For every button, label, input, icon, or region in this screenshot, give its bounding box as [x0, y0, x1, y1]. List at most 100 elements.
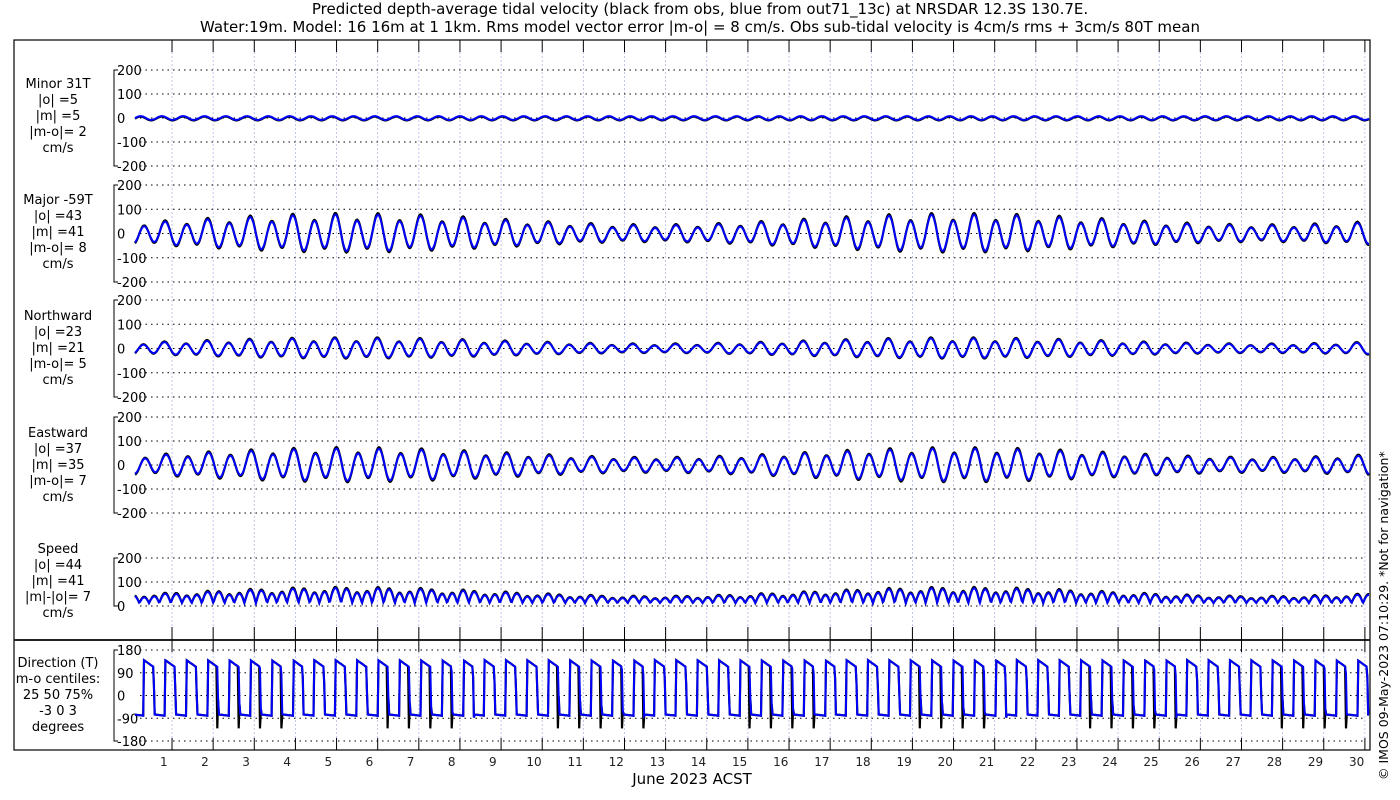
y-tick-label: -200: [117, 160, 147, 175]
y-tick-label: 0: [117, 112, 125, 127]
panel-label: |m-o|= 7: [29, 474, 87, 489]
panel-label: cm/s: [43, 606, 74, 621]
frame: [13, 39, 1371, 751]
side-note: © IMOS 09-May-2023 07:10:29. *Not for na…: [1376, 451, 1391, 780]
y-tick-label: 0: [117, 459, 125, 474]
x-tick-label: 22: [1020, 755, 1035, 769]
y-tick-label: 0: [117, 600, 125, 615]
panel-label: |o| =37: [34, 442, 82, 457]
panel-label: Minor 31T: [26, 77, 91, 92]
y-tick-label: 200: [117, 294, 142, 309]
panel-label: |m-o|= 2: [29, 125, 87, 140]
panel-label: cm/s: [43, 141, 74, 156]
panel-label: |o| =44: [34, 558, 82, 573]
panel-label: cm/s: [43, 257, 74, 272]
y-tick-label: -200: [117, 507, 147, 522]
panel-label: degrees: [32, 720, 85, 735]
panel-label: m-o centiles:: [16, 672, 101, 687]
x-tick-label: 18: [855, 755, 870, 769]
y-tick-label: -180: [117, 735, 147, 750]
y-tick-label: 200: [117, 64, 142, 79]
x-tick-label: 6: [366, 755, 374, 769]
panel-label: |m| =41: [32, 225, 85, 240]
chart-canvas: 1 2 3 4 5 6 7 8 9 10 11 12 13 14 15 16 17 18 19 20 21 22 23 24 2…: [13, 39, 1391, 788]
y-tick-label: 0: [117, 690, 125, 705]
panel-label: |m| =5: [36, 109, 81, 124]
y-tick-label: -100: [117, 367, 147, 382]
x-tick-label: 17: [814, 755, 829, 769]
x-tick-label: 19: [897, 755, 912, 769]
y-tick-label: -100: [117, 252, 147, 267]
panel-label: cm/s: [43, 490, 74, 505]
x-tick-label: 3: [242, 755, 250, 769]
panel-label: |o| =23: [34, 325, 82, 340]
panel-label: cm/s: [43, 373, 74, 388]
x-tick-label: 24: [1102, 755, 1117, 769]
x-tick-label: 1: [160, 755, 168, 769]
panel-label: |o| =5: [38, 93, 78, 108]
panel-label: |m| =41: [32, 574, 85, 589]
panel-label: Major -59T: [23, 193, 92, 208]
x-tick-label: 15: [732, 755, 747, 769]
x-tick-label: 12: [609, 755, 624, 769]
panel-direction: 180900-90-180Direction (T)m-o centiles:2…: [16, 644, 1370, 750]
y-tick-label: 100: [117, 88, 142, 103]
y-tick-label: -200: [117, 391, 147, 406]
series-model-major: [134, 213, 1369, 253]
x-tick-label: 28: [1267, 755, 1282, 769]
y-tick-label: 100: [117, 435, 142, 450]
x-tick-label: 16: [773, 755, 788, 769]
panel-label: |m-o|= 8: [29, 241, 87, 256]
y-tick-label: 100: [117, 203, 142, 218]
x-tick-label: 7: [407, 755, 415, 769]
panel-label: |m-o|= 5: [29, 357, 87, 372]
panel-major: 200 100 0 -100 -200 Major -59T|o| =43|m| =41|…: [23, 179, 1369, 291]
x-tick-label: 8: [448, 755, 456, 769]
panel-eastward: 200 100 0 -100 -200 Eastward|o| =37|m| =35|m-…: [28, 411, 1370, 522]
x-tick-label: 13: [650, 755, 665, 769]
y-tick-label: 90: [117, 667, 134, 682]
panel-label: -3 0 3: [39, 704, 77, 719]
x-tick-label: 30: [1349, 755, 1364, 769]
x-tick-label: 11: [567, 755, 582, 769]
x-tick-label: 4: [283, 755, 291, 769]
x-tick-label: 27: [1226, 755, 1241, 769]
panel-label: Eastward: [28, 426, 88, 441]
x-tick-label: 2: [201, 755, 209, 769]
x-tick-label: 26: [1184, 755, 1199, 769]
y-tick-label: 0: [117, 228, 125, 243]
x-tick-label: 25: [1143, 755, 1158, 769]
y-tick-label: 0: [117, 343, 125, 358]
panel-label: |m| =35: [32, 458, 85, 473]
panel-label: Direction (T): [18, 656, 99, 671]
x-tick-label: 9: [489, 755, 497, 769]
panel-label: Speed: [38, 542, 79, 557]
x-tick-label: 21: [979, 755, 994, 769]
x-tick-label: 14: [691, 755, 706, 769]
y-tick-label: 200: [117, 179, 142, 194]
figure: Predicted depth-average tidal velocity (…: [0, 0, 1400, 800]
y-tick-label: 100: [117, 576, 142, 591]
x-tick-label: 20: [938, 755, 953, 769]
y-tick-label: 200: [117, 552, 142, 567]
panel-label: |o| =43: [34, 209, 82, 224]
x-tick-label: 23: [1061, 755, 1076, 769]
panel-label: 25 50 75%: [23, 688, 93, 703]
x-axis-label: June 2023 ACST: [631, 770, 752, 788]
x-tick-label: 5: [325, 755, 333, 769]
panel-northward: 200 100 0 -100 -200 Northward|o| =23|m| =21|m…: [24, 294, 1370, 406]
panel-label: |m|-|o|= 7: [25, 590, 91, 605]
panel-minor: 200 100 0 -100 -200 Minor 31T|o| =5|m| =5|m-o…: [26, 64, 1370, 175]
panel-speed: 200 100 0 Speed|o| =44|m| =41|m|-|o|= 7cm/s: [25, 542, 1370, 621]
series-model-minor: [134, 115, 1370, 121]
panel-label: |m| =21: [32, 341, 85, 356]
y-tick-label: 100: [117, 318, 142, 333]
y-tick-label: -100: [117, 136, 147, 151]
y-tick-label: -200: [117, 276, 147, 291]
panel-label: Northward: [24, 309, 92, 324]
y-tick-label: 200: [117, 411, 142, 426]
x-tick-label: 29: [1308, 755, 1323, 769]
y-tick-label: -100: [117, 483, 147, 498]
x-tick-label: 10: [526, 755, 541, 769]
y-tick-label: 180: [117, 644, 142, 659]
